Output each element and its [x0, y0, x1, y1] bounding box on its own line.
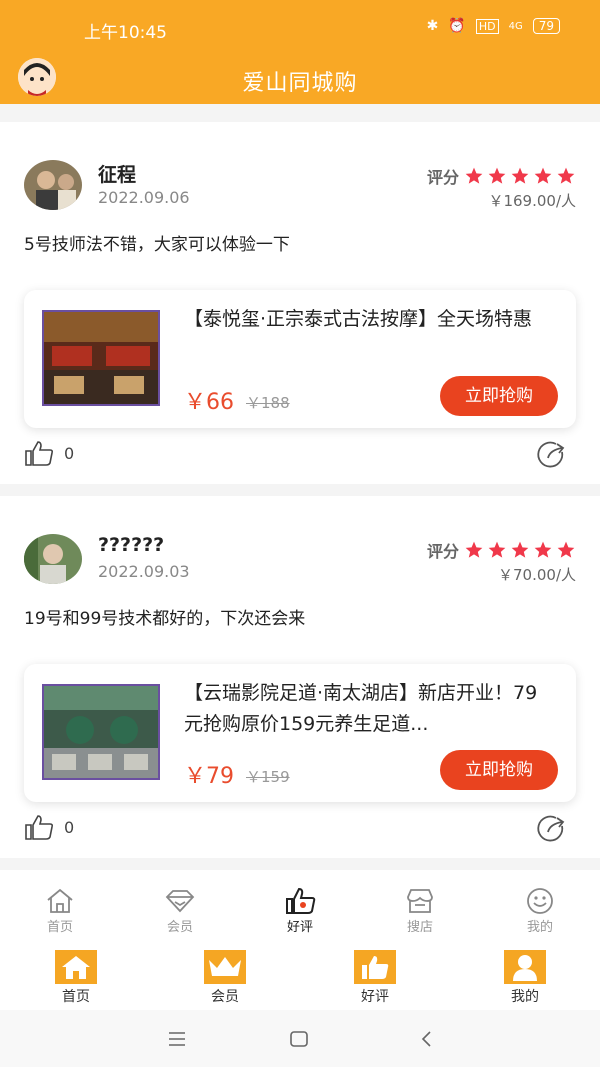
deal-price: ￥79 [184, 764, 234, 789]
tab2-member[interactable]: 会员 [165, 950, 285, 1006]
reviewer-name: 征程 [98, 164, 137, 186]
deal-original-price: ￥188 [246, 394, 290, 412]
bottom-tab-bar: 首页 会员 好评 搜店 我的 首页 会员 好评 我的 [0, 870, 600, 1010]
tab-label: 搜店 [406, 920, 433, 935]
per-person-price: ￥169.00/人 [488, 192, 576, 210]
app-header: 爱山同城购 [0, 56, 600, 104]
battery-icon: 79 [532, 18, 560, 34]
tab-shops[interactable]: 搜店 [360, 886, 480, 935]
hd-icon: HD [475, 18, 499, 34]
review-card: 征程 2022.09.06 评分 ￥169.00/人 5号技师法不错，大家可以体… [0, 122, 600, 484]
buy-now-button[interactable]: 立即抢购 [440, 750, 558, 790]
user-filled-icon [513, 955, 537, 981]
deal-price: ￥66 [184, 390, 234, 415]
smile-icon [527, 888, 553, 914]
store-icon [407, 889, 433, 913]
thumbs-up-filled-icon [362, 956, 389, 979]
share-icon [537, 815, 565, 842]
star-icon [534, 167, 552, 184]
deal-image[interactable] [42, 310, 160, 406]
diamond-icon [165, 890, 195, 913]
tab-label: 我的 [511, 989, 539, 1005]
deal-original-price: ￥159 [246, 768, 290, 786]
buy-now-button[interactable]: 立即抢购 [440, 376, 558, 416]
alarm-icon: ⏰ [448, 18, 466, 34]
like-count: 0 [64, 443, 75, 463]
review-text: 19号和99号技术都好的，下次还会来 [24, 609, 306, 629]
review-card: ?????? 2022.09.03 评分 ￥70.00/人 19号和99号技术都… [0, 496, 600, 858]
share-button[interactable] [536, 814, 568, 846]
reviewer-avatar[interactable] [24, 160, 82, 210]
tab-label: 首页 [46, 920, 73, 935]
divider [0, 484, 600, 496]
back-icon[interactable] [417, 1030, 437, 1048]
home-outline-icon [47, 888, 73, 913]
thumbs-up-icon [25, 441, 54, 466]
signal-icon: 4G [508, 20, 523, 32]
tab-label: 好评 [286, 920, 313, 935]
tab-label: 会员 [166, 920, 193, 935]
like-button[interactable]: 0 [24, 440, 74, 466]
crown-icon [209, 957, 241, 976]
share-icon [537, 441, 565, 468]
tab-reviews[interactable]: 好评 [240, 886, 360, 935]
star-icon [511, 541, 529, 558]
rating-label: 评分 [426, 542, 459, 561]
reviewer-avatar[interactable] [24, 534, 82, 584]
tab-label: 首页 [62, 989, 90, 1005]
reviewer-name: ?????? [98, 534, 165, 556]
status-bar: 上午10:45 ✱ ⏰ HD 4G 79 [0, 0, 600, 56]
page-title: 爱山同城购 [242, 71, 358, 96]
tab-mine[interactable]: 我的 [480, 886, 600, 935]
system-nav-bar [0, 1010, 600, 1067]
thumbs-up-icon [286, 887, 316, 914]
tab-member[interactable]: 会员 [120, 886, 240, 935]
deal-title: 【云瑞影院足道·南太湖店】新店开业！79元抢购原价159元养生足道... [184, 682, 538, 735]
review-feed[interactable]: 征程 2022.09.06 评分 ￥169.00/人 5号技师法不错，大家可以体… [0, 122, 600, 858]
review-date: 2022.09.06 [98, 188, 190, 207]
deal-card[interactable]: 【泰悦玺·正宗泰式古法按摩】全天场特惠 ￥66 ￥188 立即抢购 [24, 290, 576, 428]
star-icon [465, 167, 483, 184]
tab-home[interactable]: 首页 [0, 886, 120, 935]
review-rating: 评分 [427, 538, 576, 562]
menu-icon[interactable] [167, 1030, 187, 1048]
bluetooth-icon: ✱ [426, 18, 439, 34]
home-filled-icon [62, 956, 90, 979]
like-button[interactable]: 0 [24, 814, 74, 840]
review-date: 2022.09.03 [98, 562, 190, 581]
star-icon [488, 167, 506, 184]
review-rating: 评分 [427, 164, 576, 188]
star-icon [557, 541, 575, 558]
home-nav-icon[interactable] [289, 1030, 309, 1048]
status-icons: ✱ ⏰ HD 4G 79 [427, 18, 560, 34]
tab-label: 会员 [211, 989, 239, 1005]
tab2-reviews[interactable]: 好评 [315, 950, 435, 1006]
share-button[interactable] [536, 440, 568, 472]
deal-image[interactable] [42, 684, 160, 780]
tab-label: 我的 [526, 920, 553, 935]
thumbs-up-icon [25, 815, 54, 840]
star-icon [511, 167, 529, 184]
star-icon [488, 541, 506, 558]
per-person-price: ￥70.00/人 [498, 566, 576, 584]
status-time: 上午10:45 [84, 23, 167, 43]
review-text: 5号技师法不错，大家可以体验一下 [24, 235, 290, 255]
tab2-mine[interactable]: 我的 [465, 950, 585, 1006]
star-icon [557, 167, 575, 184]
star-icon [465, 541, 483, 558]
deal-card[interactable]: 【云瑞影院足道·南太湖店】新店开业！79元抢购原价159元养生足道... ￥79… [24, 664, 576, 802]
deal-title: 【泰悦玺·正宗泰式古法按摩】全天场特惠 [184, 308, 533, 330]
star-icon [534, 541, 552, 558]
tab-label: 好评 [361, 989, 389, 1005]
tab2-home[interactable]: 首页 [16, 950, 136, 1006]
like-count: 0 [64, 817, 75, 837]
rating-label: 评分 [426, 168, 459, 187]
